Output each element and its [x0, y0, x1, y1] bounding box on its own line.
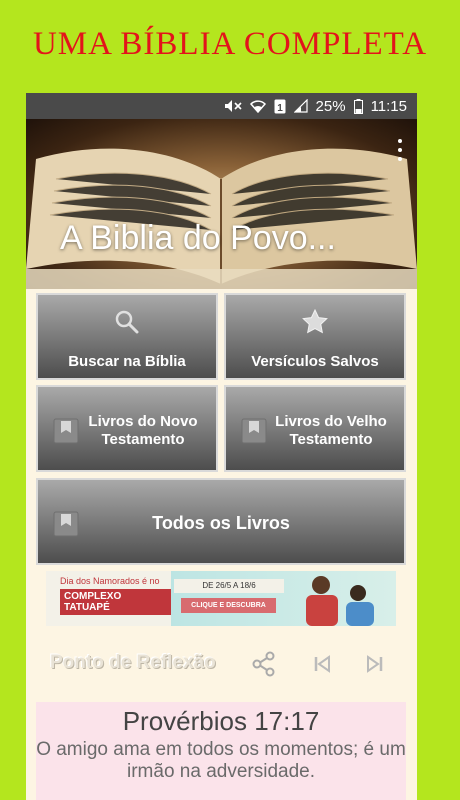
header-banner: A Biblia do Povo...	[26, 119, 417, 289]
phone-screen: 1 25% 11:15 A Biblia do Povo... Buscar n…	[26, 93, 417, 800]
ad-text-panel: Dia dos Namorados é no COMPLEXO TATUAPÉ	[46, 571, 171, 626]
ad-banner[interactable]: Dia dos Namorados é no COMPLEXO TATUAPÉ …	[46, 571, 396, 626]
reflection-toolbar: Ponto de Reflexão	[26, 648, 417, 684]
reflection-title: Ponto de Reflexão	[50, 652, 216, 673]
wifi-icon	[249, 99, 266, 113]
all-books-label: Todos os Livros	[152, 513, 290, 533]
ad-brand: COMPLEXO TATUAPÉ	[60, 589, 171, 615]
new-testament-button[interactable]: Livros do Novo Testamento	[36, 385, 218, 472]
overflow-menu-button[interactable]	[395, 139, 405, 161]
next-icon[interactable]	[362, 650, 388, 683]
ad-line: Dia dos Namorados é no	[60, 576, 160, 586]
star-icon	[302, 308, 328, 340]
share-icon[interactable]	[250, 650, 278, 683]
open-book-image	[26, 148, 417, 289]
battery-level: 25%	[315, 97, 346, 115]
promo-title: UMA BÍBLIA COMPLETA	[32, 26, 428, 62]
signal-icon	[293, 99, 308, 113]
old-testament-label: Livros do Velho Testamento	[275, 413, 387, 448]
battery-icon	[353, 98, 363, 114]
search-bible-button[interactable]: Buscar na Bíblia	[36, 293, 218, 380]
saved-verses-button[interactable]: Versículos Salvos	[224, 293, 406, 380]
menu-dot-icon	[398, 157, 402, 161]
search-bible-label: Buscar na Bíblia	[68, 353, 186, 370]
menu-dot-icon	[398, 148, 402, 152]
new-testament-label: Livros do Novo Testamento	[88, 413, 198, 448]
ad-cta-button[interactable]: CLIQUE E DESCUBRA	[181, 598, 276, 613]
verse-card: Provérbios 17:17 O amigo ama em todos os…	[36, 702, 406, 800]
old-testament-button[interactable]: Livros do Velho Testamento	[224, 385, 406, 472]
ad-couple-image	[306, 576, 374, 626]
app-title: A Biblia do Povo...	[60, 219, 336, 257]
status-bar: 1 25% 11:15	[26, 93, 417, 119]
verse-reference: Provérbios 17:17	[122, 706, 320, 736]
sim-number: 1	[277, 103, 283, 114]
mute-icon	[224, 99, 242, 113]
clock: 11:15	[370, 97, 407, 115]
menu-dot-icon	[398, 139, 402, 143]
ad-date: DE 26/5 A 18/6	[174, 579, 284, 593]
all-books-button[interactable]: Todos os Livros	[36, 478, 406, 565]
search-icon	[114, 309, 140, 340]
saved-verses-label: Versículos Salvos	[251, 353, 379, 370]
verse-text: O amigo ama em todos os momentos; é um i…	[36, 739, 406, 782]
sim-icon: 1	[274, 99, 286, 114]
previous-icon[interactable]	[309, 650, 335, 683]
